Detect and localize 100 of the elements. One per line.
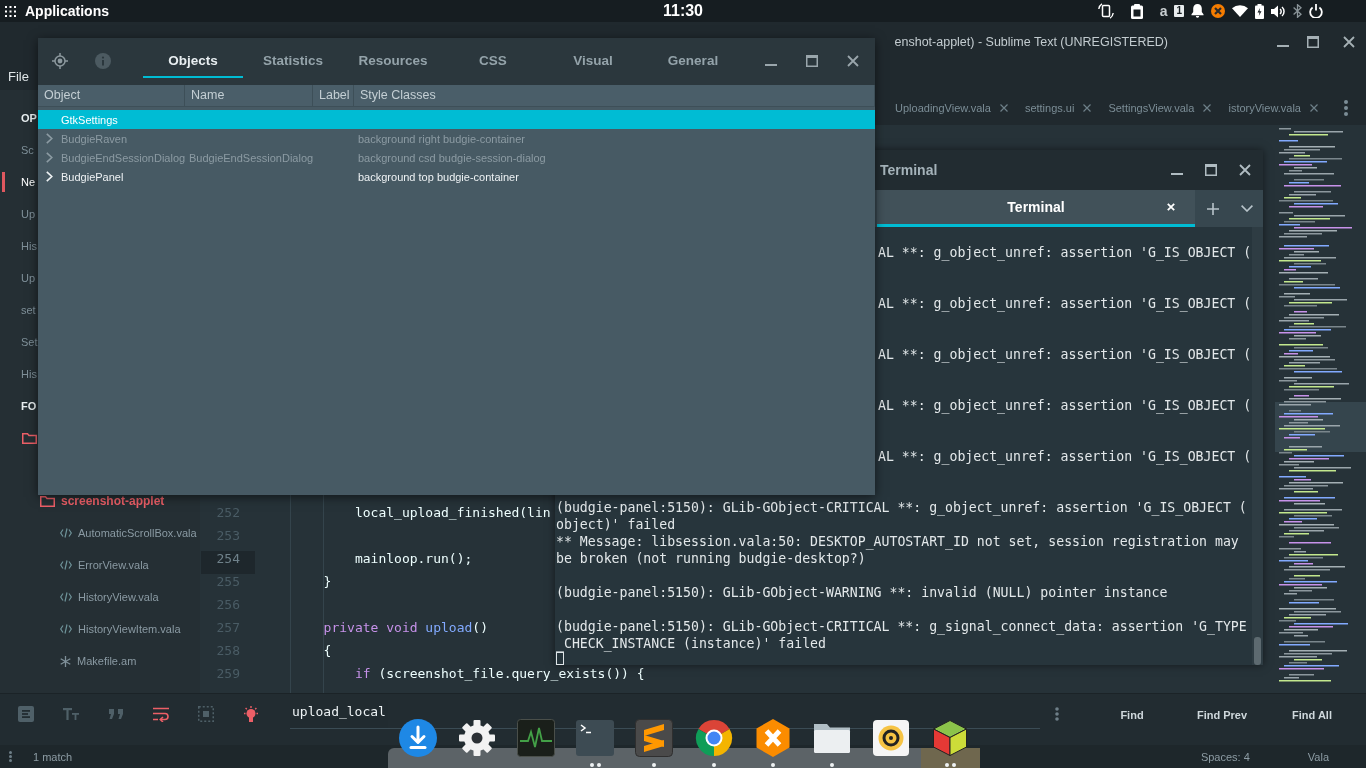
tab[interactable]: Resources [343, 38, 443, 78]
terminal-line: (budgie-panel:5150): GLib-GObject-WARNING **: invalid (NULL) pointer instance [556, 585, 1168, 600]
terminal-tab[interactable]: Terminal [877, 190, 1195, 227]
tree-row[interactable]: BudgieRaven background right budgie-container [38, 129, 875, 148]
code-line: private void upload() [322, 620, 488, 635]
plus-icon[interactable] [1207, 202, 1219, 215]
window-title: enshot-applet) - Sublime Text (UNREGISTERED) [894, 35, 1168, 49]
circle-segments-icon[interactable] [694, 719, 733, 757]
close-icon[interactable] [1310, 103, 1318, 112]
object-name: BudgieEndSessionDialog [61, 151, 186, 164]
sidebar-item[interactable]: Up [2, 268, 36, 288]
indentation-setting[interactable]: Spaces: 4 [1200, 750, 1250, 763]
speaker-icon[interactable] [872, 719, 911, 757]
folder-icon [40, 495, 55, 507]
crosshair-icon[interactable] [52, 53, 68, 69]
terminal-line: AL **: g_object_unref: assertion 'G_IS_OBJECT ( [878, 296, 1252, 311]
cube-icon[interactable] [931, 719, 970, 757]
tab[interactable]: Statistics [243, 38, 343, 78]
find-button[interactable]: Find [1087, 706, 1177, 724]
close-icon[interactable] [1239, 164, 1251, 176]
file-name[interactable]: Makefile.am [77, 654, 137, 668]
tab[interactable]: General [643, 38, 743, 78]
bell-icon[interactable] [1191, 4, 1204, 18]
menu-item[interactable]: File [8, 68, 29, 84]
object-name: BudgieRaven [61, 132, 128, 145]
gear-icon[interactable] [457, 719, 496, 757]
column-header[interactable]: Style Classes [354, 85, 875, 106]
tree-row[interactable]: BudgieEndSessionDialog BudgieEndSessionDialog background csd budgie-session-dialog [38, 148, 875, 167]
sidebar-item[interactable]: Up [2, 204, 36, 224]
sidebar-header: OP [20, 111, 37, 126]
file-name[interactable]: AutomaticScrollBox.vala [78, 526, 197, 540]
code-line: mainloop.run(); [353, 551, 473, 566]
lines-tile-icon[interactable] [18, 706, 34, 722]
code-line: if (screenshot_file.query_exists()) { [353, 666, 645, 681]
folder-name[interactable]: screenshot-applet [61, 494, 165, 508]
terminal-line: ** Message: libsession.vala:50: DESKTOP_AUTOSTART_ID not set, session registration may [556, 534, 1239, 549]
maximize-icon[interactable] [1205, 164, 1217, 176]
file-name[interactable]: HistoryViewItem.vala [78, 622, 181, 636]
tab[interactable]: CSS [443, 38, 543, 78]
editor-tab[interactable]: istoryView.vala [1219, 90, 1326, 125]
screen-rotate-icon[interactable] [1097, 3, 1114, 19]
close-icon[interactable] [1343, 36, 1355, 48]
tree-row[interactable]: BudgiePanel background top budgie-container [38, 167, 875, 186]
download-icon[interactable] [398, 719, 437, 757]
close-icon[interactable] [1203, 103, 1212, 112]
sidebar-item[interactable]: Set [2, 332, 38, 352]
clock[interactable]: 11:30 [662, 2, 703, 20]
applications-menu[interactable]: Applications [0, 0, 109, 22]
sidebar-item[interactable]: Sc [2, 140, 34, 160]
battery-icon[interactable] [1255, 3, 1264, 19]
close-icon[interactable] [847, 55, 859, 67]
bulb-icon[interactable] [243, 706, 259, 722]
terminal-icon[interactable] [576, 719, 615, 757]
close-icon[interactable] [999, 103, 1008, 112]
find-button[interactable]: Find All [1267, 706, 1357, 724]
scrollbar-thumb[interactable] [1254, 637, 1261, 665]
terminal-line: _CHECK_INSTANCE (instance)' failed [556, 636, 826, 651]
grip-icon[interactable] [9, 751, 12, 762]
editor-tab[interactable]: SettingsView.vala [1099, 90, 1220, 125]
file-name[interactable]: ErrorView.vala [78, 558, 149, 572]
tab[interactable]: Visual [543, 38, 643, 78]
editor-tab[interactable]: UploadingView.vala [886, 90, 1016, 125]
syntax-setting[interactable]: Vala [1307, 750, 1329, 763]
maximize-icon[interactable] [806, 55, 818, 67]
notification-badge[interactable]: 1 [1174, 5, 1184, 17]
bluetooth-icon[interactable] [1293, 4, 1302, 18]
file-name[interactable]: HistoryView.vala [78, 590, 159, 604]
object-name: GtkSettings [61, 113, 118, 126]
find-button[interactable]: Find Prev [1177, 706, 1267, 724]
wifi-icon[interactable] [1232, 5, 1248, 17]
sidebar-item[interactable]: His [2, 236, 37, 256]
x-circle-icon[interactable] [1211, 4, 1225, 18]
maximize-icon[interactable] [1307, 36, 1319, 48]
column-header[interactable]: Label [313, 85, 354, 106]
keyboard-layout[interactable]: a [1159, 3, 1168, 19]
pulse-monitor-icon[interactable] [516, 719, 555, 757]
wrap-icon[interactable] [153, 706, 169, 722]
scrollbar[interactable] [1252, 227, 1263, 665]
terminal-line: AL **: g_object_unref: assertion 'G_IS_OBJECT ( [878, 347, 1252, 362]
clipboard-icon[interactable] [1130, 3, 1143, 19]
slanted-bands-icon[interactable] [635, 719, 674, 757]
column-header[interactable]: Object [38, 85, 185, 106]
terminal-line: (budgie-panel:5150): GLib-GObject-CRITICAL **: g_signal_connect_data: assertion 'G_TYPE [556, 619, 1247, 634]
volume-icon[interactable] [1271, 4, 1286, 18]
tab[interactable]: Objects [143, 38, 243, 78]
sidebar-item[interactable]: set [2, 300, 36, 320]
power-icon[interactable] [1309, 4, 1323, 18]
sidebar-item[interactable]: His [2, 364, 37, 384]
terminal-line: be broken (not running budgie-desktop?) [556, 551, 866, 566]
more-icon[interactable] [1055, 707, 1059, 721]
close-icon[interactable] [1083, 103, 1092, 112]
sidebar-item[interactable]: Ne [2, 172, 36, 192]
hexagon-x-icon[interactable] [753, 719, 792, 757]
more-icon[interactable] [1344, 99, 1348, 116]
chevron-down-icon[interactable] [1241, 205, 1253, 212]
column-header[interactable]: Name [185, 85, 313, 106]
folder-icon [22, 432, 37, 444]
code-icon [60, 592, 72, 602]
cursor-icon [556, 652, 564, 665]
editor-tab[interactable]: settings.ui [1015, 90, 1100, 125]
